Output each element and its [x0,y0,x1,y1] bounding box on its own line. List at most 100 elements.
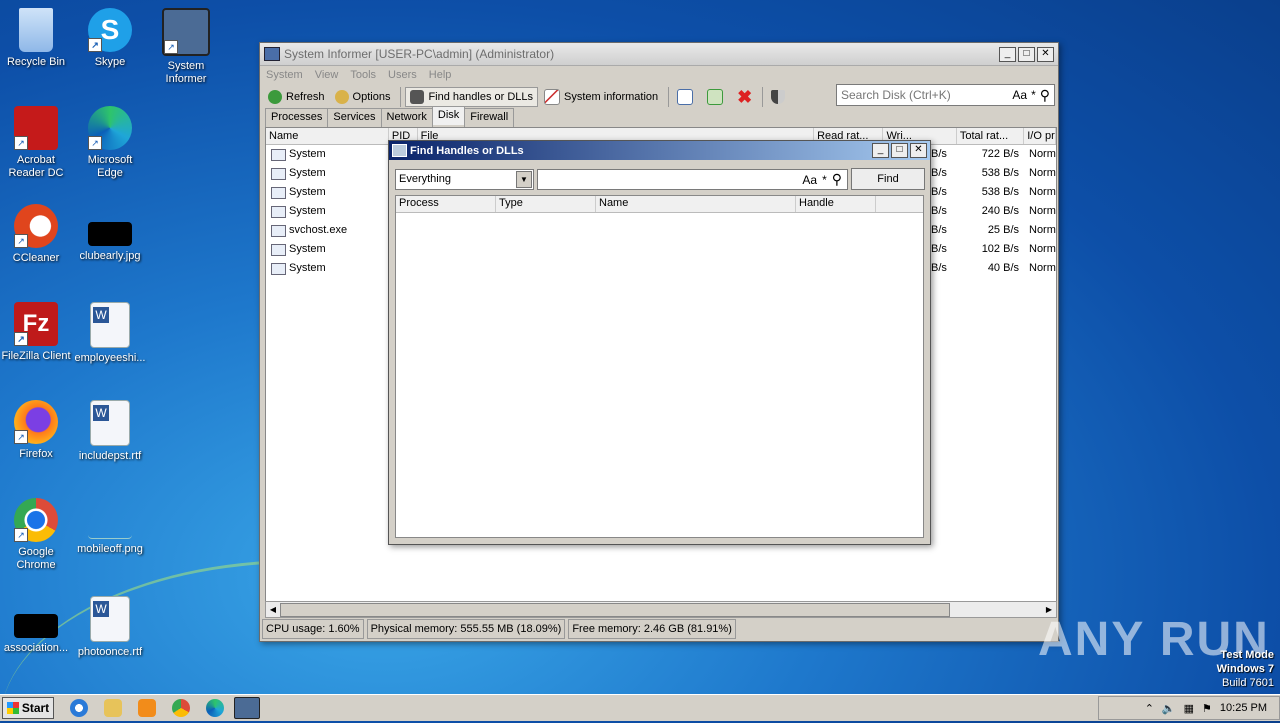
shield-icon [771,90,786,104]
app-icon [264,47,280,61]
media-player-icon[interactable] [138,699,156,717]
tab-firewall[interactable]: Firewall [464,108,515,127]
gear-icon [334,90,349,104]
window-title: System Informer [USER-PC\admin] (Adminis… [284,47,555,61]
tab-services[interactable]: Services [327,108,382,127]
search-icon[interactable]: ⚲ [1040,87,1050,104]
menu-users[interactable]: Users [388,69,417,81]
write-rate: B/s [931,243,947,255]
chevron-up-icon[interactable]: ⌃ [1145,702,1154,715]
find-button[interactable]: Find [851,168,925,190]
chevron-down-icon[interactable]: ▼ [516,171,532,188]
desktop-icon-employeeshi[interactable]: W employeeshi... [74,302,146,365]
process-icon [271,206,286,218]
desktop-icon-skype[interactable]: S ↗ Skype [74,8,146,69]
start-button[interactable]: Start [2,697,54,719]
word-document-icon: W [90,596,130,642]
desktop-icon-label: photoonce.rtf [77,646,143,658]
scroll-thumb[interactable] [280,603,950,617]
window-button[interactable] [673,87,701,107]
scroll-left-arrow[interactable]: ◀ [266,602,280,617]
desktop-icon-association[interactable]: association... [0,596,72,655]
terminate-button[interactable]: ✖ [733,85,756,110]
regex-toggle[interactable]: * [1031,88,1036,102]
desktop-icon-acrobat[interactable]: ↗ Acrobat Reader DC [0,106,72,180]
refresh-label: Refresh [286,91,325,103]
graph-icon [544,89,561,105]
filter-input[interactable]: Aa * ⚲ [537,169,848,190]
skype-icon: S ↗ [88,8,132,52]
maximize-button[interactable]: □ [1018,46,1035,62]
desktop-icon-label: Microsoft Edge [87,154,133,179]
match-case-toggle[interactable]: Aa [802,173,817,187]
menu-system[interactable]: System [266,69,303,81]
total-rate: 102 B/s [981,243,1019,255]
recycle-bin-icon [19,8,53,52]
dialog-maximize-button[interactable]: □ [891,143,908,158]
flag-icon[interactable]: ⚑ [1202,702,1212,715]
go-to-button[interactable] [703,87,731,107]
column-name[interactable]: Name [596,196,796,212]
dialog-titlebar[interactable]: Find Handles or DLLs _ □ ✕ [389,141,930,160]
window-titlebar[interactable]: System Informer [USER-PC\admin] (Adminis… [260,43,1058,66]
tab-network[interactable]: Network [380,108,433,127]
column-total-rate[interactable]: Total rat... [957,128,1025,144]
menu-tools[interactable]: Tools [350,69,376,81]
menu-view[interactable]: View [315,69,339,81]
search-input[interactable]: Search Disk (Ctrl+K) Aa * ⚲ [836,84,1055,106]
desktop-icon-includepst[interactable]: W includepst.rtf [74,400,146,463]
search-icon[interactable]: ⚲ [832,171,842,188]
column-io-priority[interactable]: I/O pr [1024,128,1056,144]
menu-help[interactable]: Help [429,69,452,81]
network-icon[interactable]: ▦ [1184,702,1194,715]
match-case-toggle[interactable]: Aa [1012,88,1027,102]
options-button[interactable]: Options [331,88,395,106]
minimize-button[interactable]: _ [999,46,1016,62]
column-name[interactable]: Name [266,128,389,144]
desktop-icon-label: clubearly.jpg [79,250,141,262]
desktop-icon-label: association... [3,642,69,654]
total-rate: 538 B/s [981,167,1019,179]
desktop-icon-system-informer[interactable]: ↗ System Informer [150,8,222,86]
word-document-icon: W [90,400,130,446]
column-handle[interactable]: Handle [796,196,876,212]
image-file-icon [88,498,132,539]
acrobat-icon: ↗ [14,106,58,150]
filter-type-select[interactable]: Everything ▼ [395,169,534,190]
clock[interactable]: 10:25 PM [1220,702,1267,714]
desktop-icon-edge[interactable]: ↗ Microsoft Edge [74,106,146,180]
process-name: System [289,243,326,255]
image-file-icon [14,614,58,638]
tab-processes[interactable]: Processes [265,108,329,127]
desktop-icon-firefox[interactable]: ↗ Firefox [0,400,72,461]
desktop-icon-ccleaner[interactable]: ↗ CCleaner [0,204,72,265]
refresh-button[interactable]: Refresh [264,88,329,106]
shield-button[interactable] [767,88,793,106]
io-priority: Norm [1029,148,1056,160]
regex-toggle[interactable]: * [822,173,827,187]
desktop-icon-mobileoff[interactable]: mobileoff.png [74,498,146,556]
desktop-icon-filezilla[interactable]: Fz ↗ FileZilla Client [0,302,72,363]
dialog-close-button[interactable]: ✕ [910,143,927,158]
system-information-button[interactable]: System information [540,87,662,107]
desktop-icon-chrome[interactable]: ↗ Google Chrome [0,498,72,572]
internet-explorer-icon[interactable] [70,699,88,717]
horizontal-scrollbar[interactable]: ◀ ▶ [265,601,1057,618]
watermark-line: Test Mode [1220,649,1274,661]
dialog-minimize-button[interactable]: _ [872,143,889,158]
desktop-icon-photoonce[interactable]: W photoonce.rtf [74,596,146,659]
edge-icon[interactable] [206,699,224,717]
find-handles-button[interactable]: Find handles or DLLs [405,87,539,107]
column-process[interactable]: Process [396,196,496,212]
tab-disk[interactable]: Disk [431,106,466,125]
close-button[interactable]: ✕ [1037,46,1054,62]
system-informer-icon[interactable] [234,697,260,719]
desktop-icon-clubearly[interactable]: clubearly.jpg [74,204,146,263]
word-document-icon: W [90,302,130,348]
column-type[interactable]: Type [496,196,596,212]
desktop-icon-recycle-bin[interactable]: Recycle Bin [0,8,72,69]
test-mode-watermark: Test Mode Windows 7 Build 7601 [1217,648,1274,690]
volume-icon[interactable]: 🔈 [1162,702,1176,715]
explorer-icon[interactable] [104,699,122,717]
chrome-icon[interactable] [172,699,190,717]
